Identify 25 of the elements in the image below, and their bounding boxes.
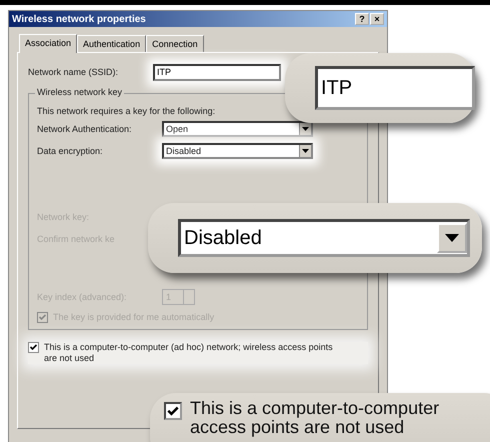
checkbox-label: This is a computer-to-computer (ad hoc) network; wireless access points are not used [44, 342, 334, 364]
title-bar-button[interactable]: ? [355, 13, 369, 25]
field-label: Network Authentication: [37, 124, 133, 134]
checkmark-icon [167, 406, 179, 416]
checkbox[interactable] [28, 342, 39, 353]
ssid-input-field[interactable]: ITP [153, 64, 281, 80]
checkmark-icon [30, 344, 37, 351]
magnified-label-line: access points are not used [190, 418, 404, 437]
tab[interactable]: Authentication [77, 35, 146, 52]
group-title: Wireless network key [35, 87, 124, 97]
field-label: Data encryption: [37, 146, 104, 156]
tab[interactable]: Connection [146, 35, 204, 52]
intro-text: This network requires a key for the following: [37, 106, 216, 116]
magnified-label-line: This is a computer-to-computer [190, 399, 440, 418]
field-label: Network name (SSID): [28, 67, 120, 77]
checkmark-icon [39, 314, 46, 321]
window-title: Wireless network properties [12, 14, 146, 24]
magnified-input-field: ITP [315, 66, 475, 110]
title-bar-button[interactable]: × [370, 13, 384, 25]
caret-icon [445, 234, 459, 242]
caret-icon [302, 127, 309, 131]
authentication-dropdown[interactable]: Open [162, 121, 313, 137]
encryption-dropdown[interactable]: Disabled [162, 143, 313, 159]
caret-icon [302, 149, 309, 153]
tab[interactable]: Association [19, 34, 78, 53]
